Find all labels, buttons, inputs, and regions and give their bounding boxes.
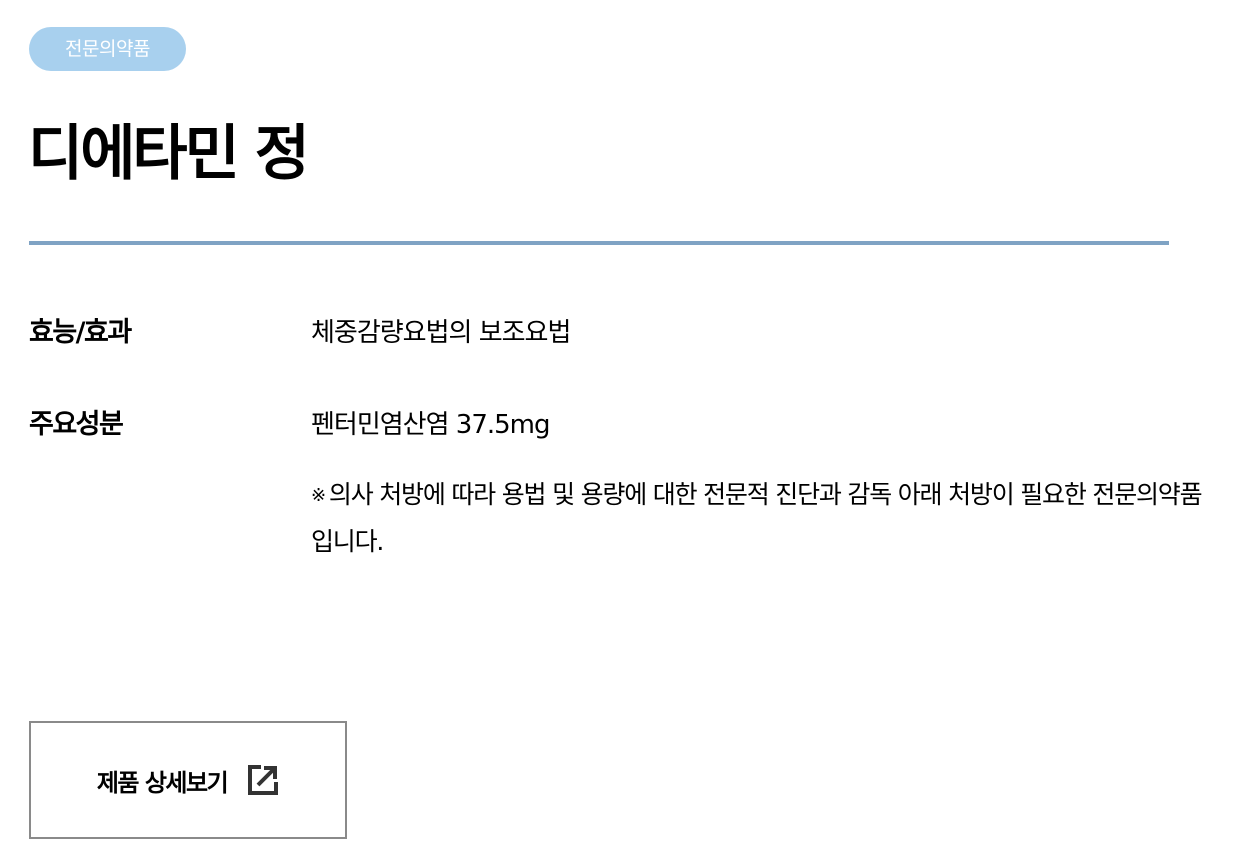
note-text: 의사 처방에 따라 용법 및 용량에 대한 전문적 진단과 감독 아래 처방이 … [311,480,1203,556]
product-detail-label: 제품 상세보기 [96,768,229,797]
product-title: 디에타민 정 [28,119,310,189]
product-detail-button[interactable]: 제품 상세보기 [29,721,347,839]
title-divider [29,241,1169,245]
prescription-note: ※ 의사 처방에 따라 용법 및 용량에 대한 전문적 진단과 감독 아래 처방이… [311,472,1221,565]
external-link-icon [247,764,279,796]
efficacy-label: 효능/효과 [29,317,132,348]
ingredient-label: 주요성분 [29,409,124,440]
note-mark: ※ [311,485,326,506]
efficacy-value: 체중감량요법의 보조요법 [311,318,571,348]
ingredient-value: 펜터민염산염 37.5mg [311,410,551,440]
prescription-drug-badge: 전문의약품 [29,27,186,71]
